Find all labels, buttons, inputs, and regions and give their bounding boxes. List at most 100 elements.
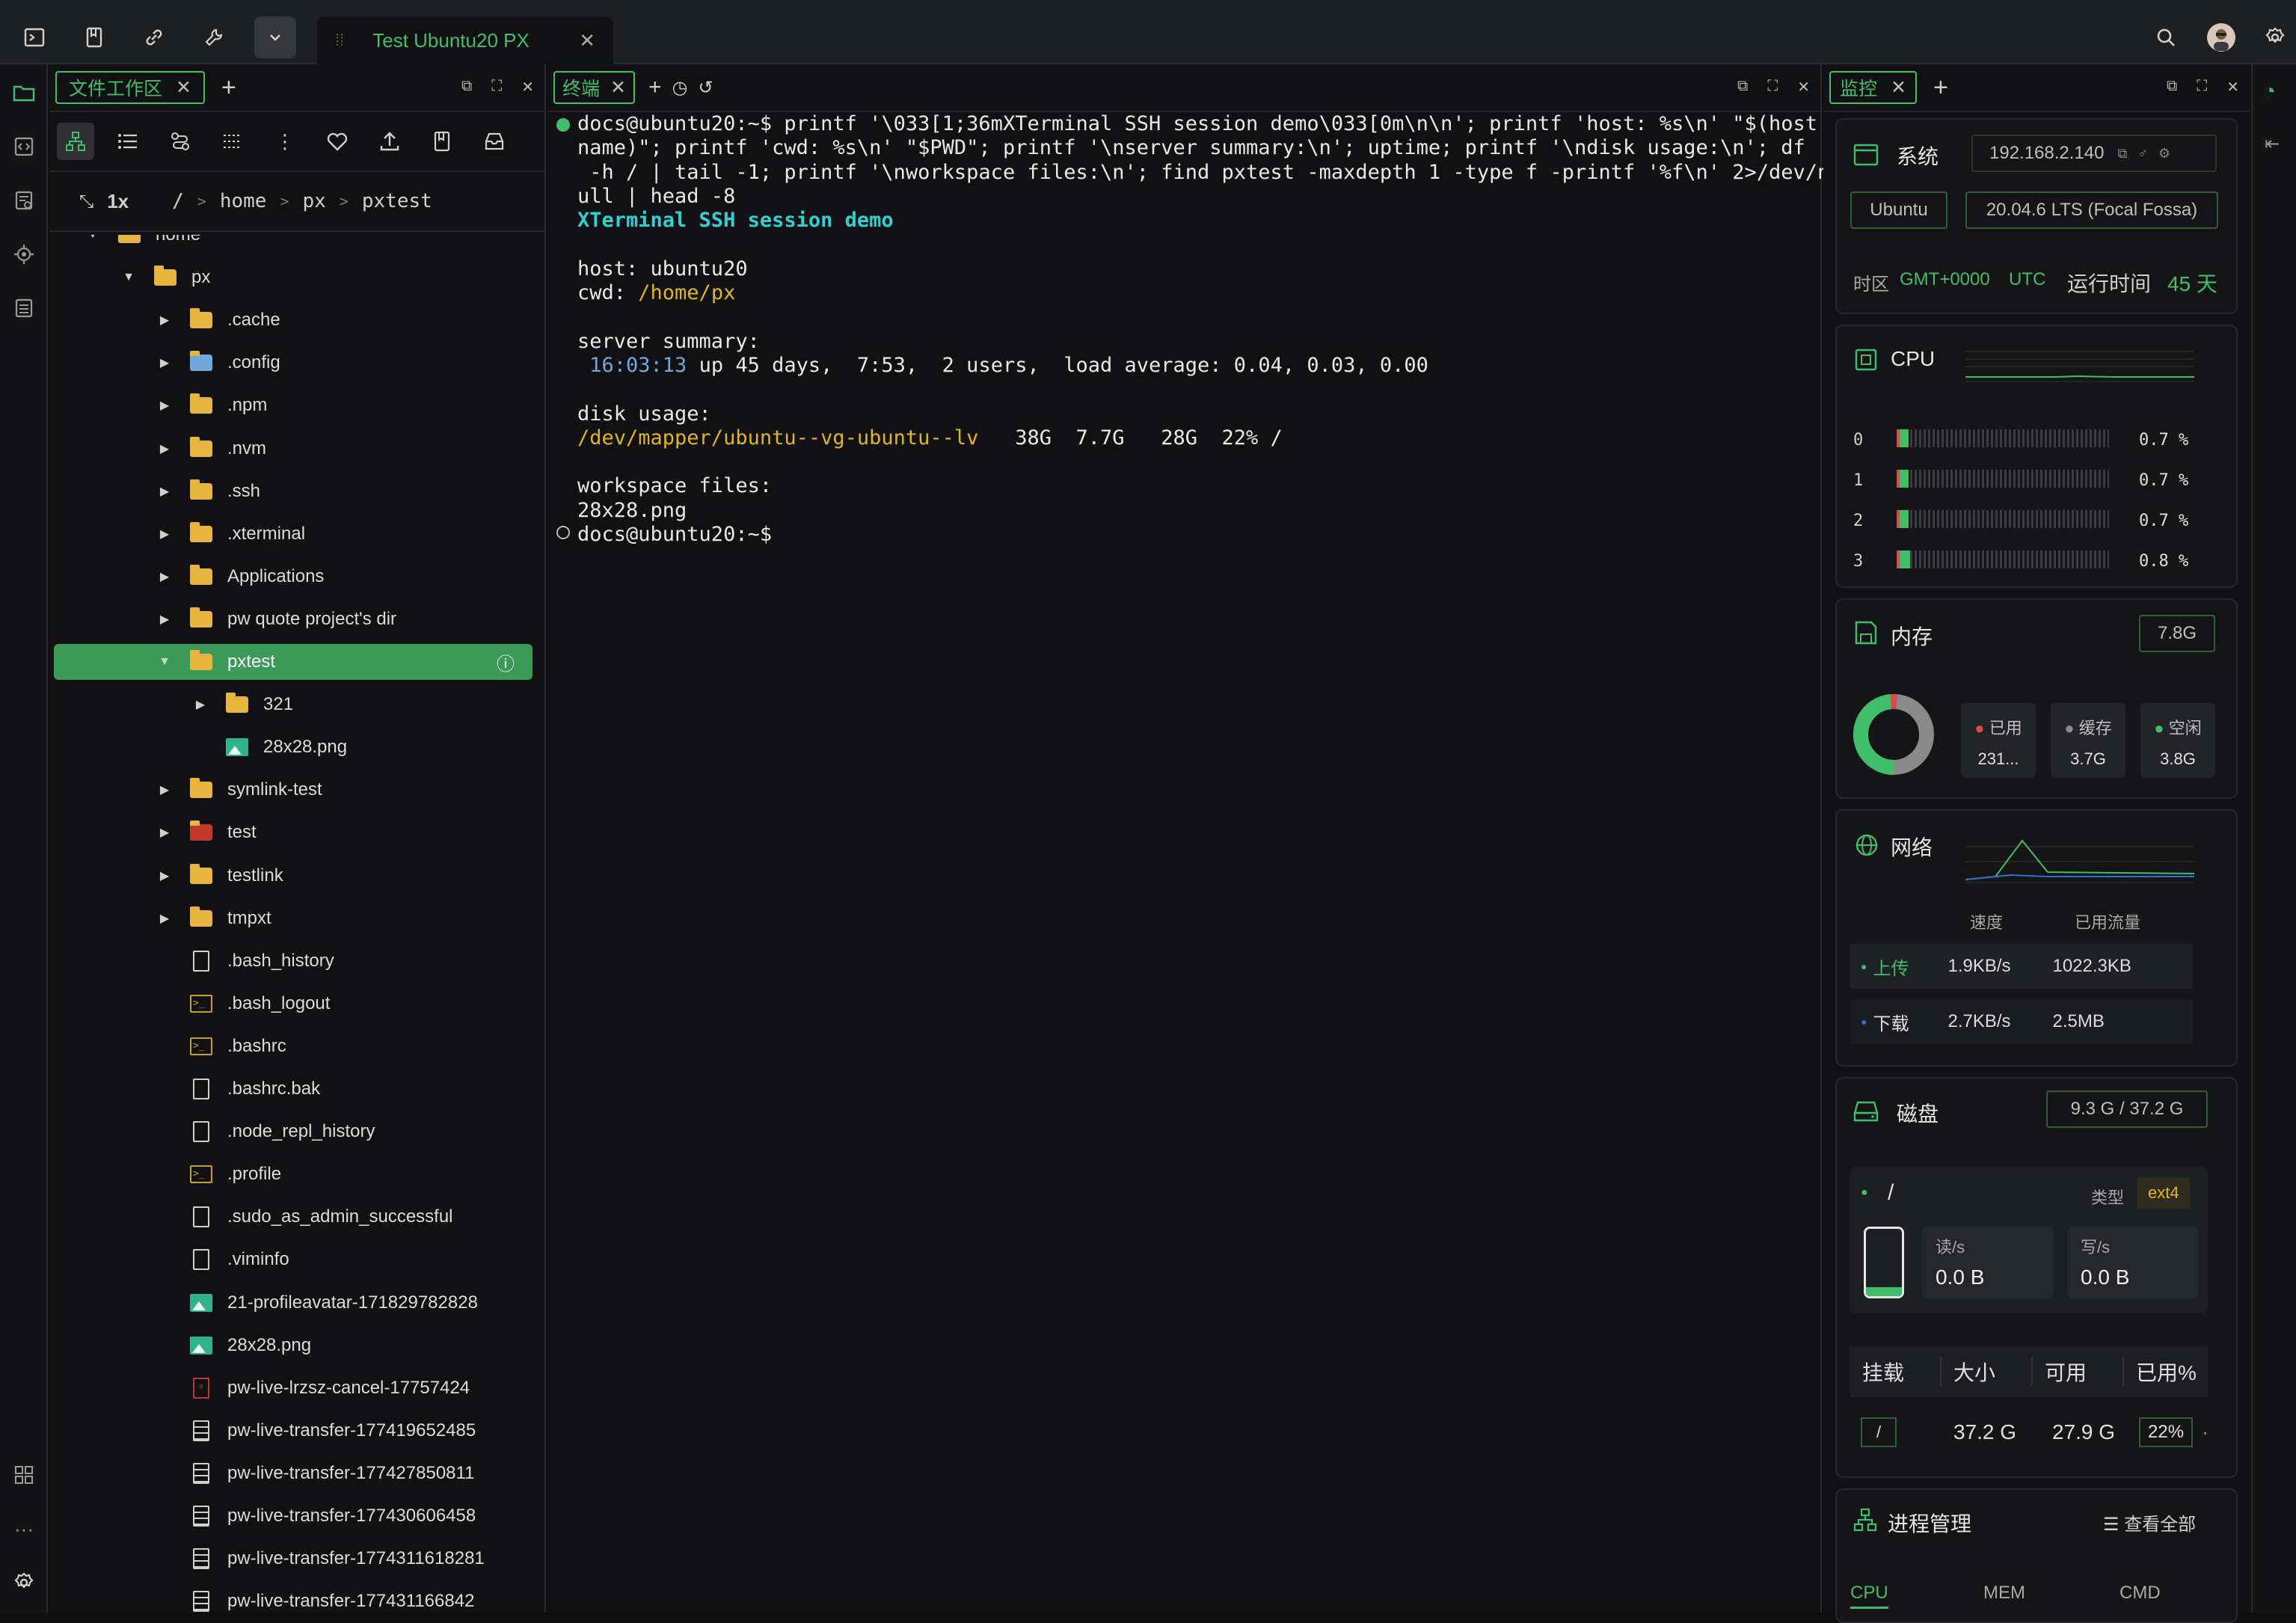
breadcrumb-px[interactable]: px — [303, 190, 326, 212]
process-col-cpu[interactable]: CPU — [1850, 1583, 1888, 1609]
add-tab-icon[interactable]: + — [648, 75, 662, 100]
tree-folder[interactable]: ▶ symlink-test — [54, 772, 532, 808]
tree-folder[interactable]: ▶ tmpxt — [54, 901, 532, 936]
close-icon[interactable]: ✕ — [1891, 76, 1906, 99]
gear-icon[interactable]: ⚙ — [2158, 146, 2170, 162]
tree-folder[interactable]: ▶ .xterminal — [54, 516, 532, 552]
caret-right-icon[interactable]: ▶ — [156, 825, 174, 840]
terminal-tab[interactable]: 终端 ✕ — [553, 71, 635, 104]
tree-folder[interactable]: ▶ .npm — [54, 387, 532, 423]
more-vertical-icon[interactable]: ⋮ — [266, 123, 304, 160]
settings-gear-icon[interactable] — [2254, 16, 2296, 58]
grid-icon[interactable] — [9, 1460, 39, 1490]
route-icon[interactable] — [162, 123, 199, 160]
tree-folder[interactable]: ▶ .cache — [54, 302, 532, 338]
process-col-mem[interactable]: MEM — [1983, 1583, 2025, 1604]
tree-view-icon[interactable] — [57, 123, 94, 160]
tree-file[interactable]: pw-live-transfer-1774311618281 — [54, 1541, 532, 1577]
caret-right-icon[interactable]: ▶ — [156, 782, 174, 797]
add-tab-icon[interactable]: + — [1933, 73, 1948, 102]
maximize-icon[interactable]: ⛶ — [491, 78, 502, 96]
tree-folder[interactable]: ▶ .ssh — [54, 473, 532, 509]
col-size[interactable]: 大小 — [1942, 1357, 2033, 1387]
caret-down-icon[interactable]: ▼ — [84, 235, 102, 242]
tree-folder[interactable]: ▶ Applications — [54, 559, 532, 595]
collapse-panel-icon[interactable]: ⇤ — [2265, 133, 2280, 155]
heart-icon[interactable] — [319, 123, 356, 160]
tree-file[interactable]: pw-live-transfer-177430606458 — [54, 1498, 532, 1534]
tree-file[interactable]: .bashrc.bak — [54, 1071, 532, 1107]
add-tab-icon[interactable]: + — [221, 73, 236, 102]
caret-right-icon[interactable]: ▶ — [156, 569, 174, 584]
folder-icon[interactable] — [9, 78, 39, 108]
popout-icon[interactable]: ⧉ — [461, 78, 472, 96]
tree-file[interactable]: 28x28.png — [54, 729, 532, 765]
tree-file[interactable]: pw-live-transfer-177431166842 — [54, 1583, 532, 1613]
terminal-output[interactable]: docs@ubuntu20:~$ printf '\033[1;36mXTerm… — [577, 112, 1829, 547]
close-icon[interactable]: ✕ — [610, 76, 626, 99]
session-tab[interactable]: ⁞⁞ Test Ubuntu20 PX ✕ — [317, 16, 613, 64]
tree-file[interactable]: .node_repl_history — [54, 1114, 532, 1150]
breadcrumb-home[interactable]: home — [220, 190, 267, 212]
columns-icon[interactable] — [214, 123, 251, 160]
caret-down-icon[interactable]: ▼ — [156, 655, 174, 669]
breadcrumb-pxtest[interactable]: pxtest — [362, 190, 432, 212]
caret-right-icon[interactable]: ▶ — [156, 911, 174, 926]
tree-file[interactable]: >_ .profile — [54, 1156, 532, 1192]
caret-right-icon[interactable]: ▶ — [191, 697, 209, 712]
collapse-icon[interactable]: ⤡ — [79, 191, 93, 212]
caret-right-icon[interactable]: ▶ — [156, 398, 174, 413]
tree-file[interactable]: .sudo_as_admin_successful — [54, 1199, 532, 1235]
breadcrumb-root[interactable]: / — [172, 190, 184, 212]
tree-file[interactable]: 21-profileavatar-171829782828 — [54, 1285, 532, 1321]
chevron-down-icon[interactable] — [254, 16, 296, 58]
caret-down-icon[interactable]: ▼ — [120, 271, 138, 284]
close-icon[interactable]: ✕ — [2226, 78, 2239, 96]
maximize-icon[interactable]: ⛶ — [2197, 78, 2207, 96]
tree-folder[interactable]: ▶ pw quote project's dir — [54, 601, 532, 637]
archive-icon[interactable] — [476, 123, 513, 160]
popout-icon[interactable]: ⧉ — [2167, 78, 2177, 96]
caret-right-icon[interactable]: ▶ — [156, 868, 174, 883]
file-workspace-tab[interactable]: 文件工作区 ✕ — [55, 71, 205, 104]
view-all-button[interactable]: ☰ 查看全部 — [2103, 1509, 2196, 1535]
monitor-gauge-icon[interactable]: ◔ — [2263, 79, 2276, 103]
list-icon[interactable] — [9, 293, 39, 323]
bookmark-icon[interactable] — [73, 16, 115, 58]
search-icon[interactable] — [2145, 16, 2187, 58]
maximize-icon[interactable]: ⛶ — [1767, 78, 1778, 96]
popout-icon[interactable]: ⧉ — [1737, 78, 1748, 96]
tree-folder[interactable]: ▶ testlink — [54, 858, 532, 894]
caret-right-icon[interactable]: ▶ — [156, 527, 174, 541]
tree-folder[interactable]: ▶ 321 — [54, 687, 532, 722]
link-icon[interactable]: ♂ — [2137, 146, 2148, 162]
avatar[interactable] — [2200, 16, 2242, 58]
zoom-level[interactable]: 1x — [107, 190, 129, 213]
tree-folder[interactable]: ▶ .config — [54, 345, 532, 381]
copy-icon[interactable]: ⧉ — [2117, 146, 2127, 162]
ip-chip[interactable]: 192.168.2.140 ⧉ ♂ ⚙ — [1971, 135, 2217, 172]
drag-handle-icon[interactable]: ⁞⁞ — [335, 31, 344, 50]
close-icon[interactable]: ✕ — [1797, 78, 1810, 96]
link-icon[interactable] — [133, 16, 175, 58]
caret-right-icon[interactable]: ▶ — [156, 441, 174, 456]
clock-icon[interactable]: ◷ — [672, 77, 688, 99]
bookmark-icon[interactable] — [423, 123, 461, 160]
tree-file[interactable]: .viminfo — [54, 1242, 532, 1277]
upload-icon[interactable] — [371, 123, 408, 160]
col-used-pct[interactable]: 已用% — [2124, 1357, 2197, 1387]
col-avail[interactable]: 可用 — [2033, 1357, 2124, 1387]
close-icon[interactable]: ✕ — [176, 76, 191, 99]
caret-right-icon[interactable]: ▶ — [156, 484, 174, 499]
tree-folder[interactable]: ▶ .nvm — [54, 431, 532, 467]
log-icon[interactable] — [9, 185, 39, 215]
process-col-cmd[interactable]: CMD — [2119, 1583, 2161, 1604]
monitor-tab[interactable]: 监控 ✕ — [1829, 71, 1917, 104]
code-icon[interactable] — [9, 132, 39, 162]
target-icon[interactable] — [9, 239, 39, 269]
wrench-icon[interactable] — [193, 16, 235, 58]
tree-file[interactable]: >_ .bash_logout — [54, 986, 532, 1022]
close-icon[interactable]: ✕ — [521, 78, 534, 96]
col-mount[interactable]: 挂载 — [1850, 1357, 1942, 1387]
terminal-icon[interactable] — [13, 16, 55, 58]
